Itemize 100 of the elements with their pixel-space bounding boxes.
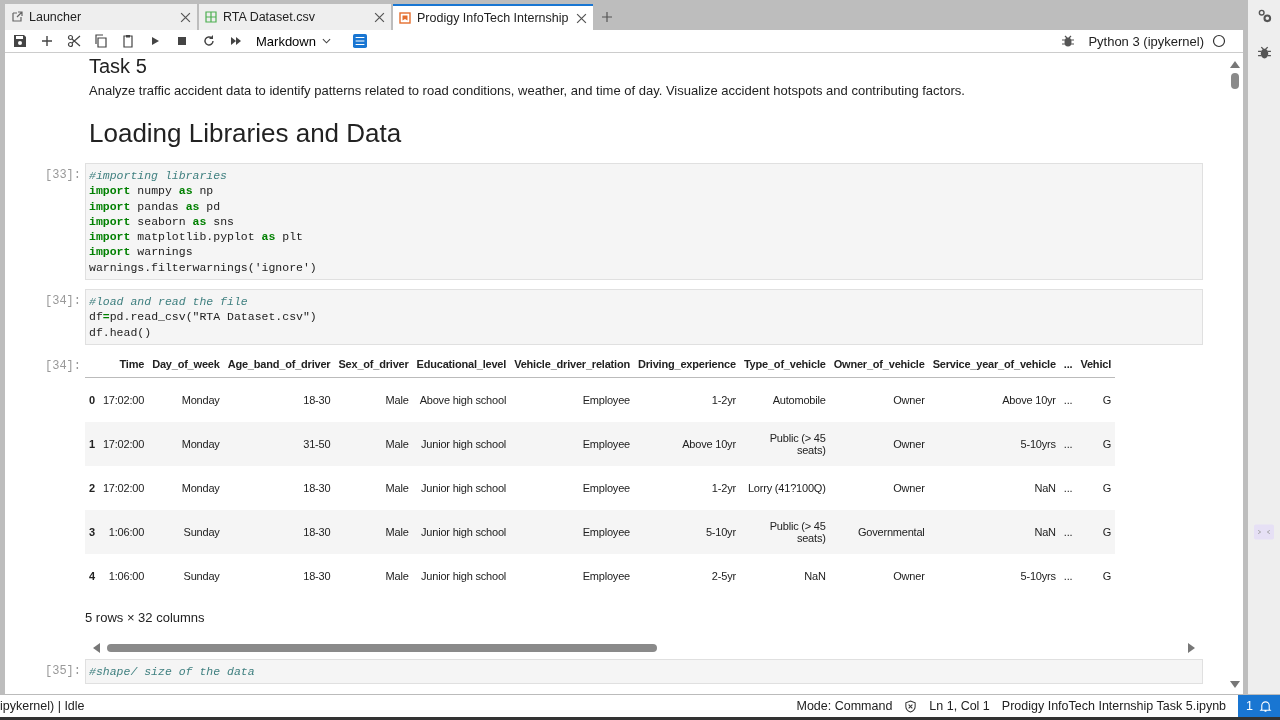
table-cell: 5-10yrs <box>1020 437 1056 450</box>
table-cell: Sunday <box>183 525 220 538</box>
file-tab[interactable]: Prodigy InfoTech Internship <box>393 4 593 30</box>
code-comment: #shape/ size of the data <box>89 663 256 680</box>
notebook-icon <box>399 12 411 24</box>
table-cell: G <box>1102 569 1112 582</box>
table-cell: Male <box>385 525 409 538</box>
bug-icon[interactable] <box>1256 45 1272 60</box>
bug-icon[interactable] <box>1061 34 1076 48</box>
scrollbar-thumb[interactable] <box>1231 73 1239 89</box>
scroll-right-icon[interactable] <box>1187 642 1195 653</box>
table-cell: Junior high school <box>421 569 507 582</box>
table-cell: NaN <box>804 569 826 582</box>
add-icon[interactable] <box>40 34 54 48</box>
column-header: Day_of_week <box>152 357 220 370</box>
table-cell: 17:02:00 <box>102 481 145 494</box>
table-cell: 18-30 <box>303 481 331 494</box>
description-text: Analyze traffic accident data to identify patterns related to road conditions, weather, and time of day. Visualize accident hotspots and contributing factors. <box>89 83 966 98</box>
table-summary: 5 rows × 32 columns <box>85 609 206 625</box>
column-header: ... <box>1063 357 1073 370</box>
code-cell[interactable]: #load and read the file df=pd.read_csv("RTA Dataset.csv") df.head() <box>85 289 1203 345</box>
table-cell: Owner <box>893 393 925 406</box>
cell-type-dropdown[interactable]: Markdown <box>256 33 339 49</box>
table-cell: Employee <box>582 481 630 494</box>
code-line: import seaborn as sns <box>89 213 235 230</box>
code-line: warnings.filterwarnings('ignore') <box>89 259 318 276</box>
code-line: import pandas as pd <box>89 198 222 214</box>
cell-prompt: [34]: <box>45 293 82 311</box>
scroll-up-icon[interactable] <box>1230 61 1240 69</box>
row-index: 4 <box>89 569 95 582</box>
stop-icon[interactable] <box>175 34 189 48</box>
notebook-heading: Task 5 <box>89 55 148 77</box>
table-cell: Male <box>385 437 409 450</box>
column-header: Vehicl <box>1080 357 1112 370</box>
table-cell: 31-50 <box>303 437 331 450</box>
code-cell[interactable]: #shape/ size of the data <box>85 658 1203 685</box>
restart-icon[interactable] <box>202 34 216 48</box>
column-header: Educational_level <box>416 357 507 370</box>
scroll-down-icon[interactable] <box>1230 680 1240 688</box>
shield-icon[interactable] <box>904 699 918 713</box>
close-icon[interactable] <box>180 11 191 23</box>
table-cell: ... <box>1063 569 1073 582</box>
notification-button[interactable]: 1 <box>1238 695 1280 717</box>
table-cell: ... <box>1063 437 1073 450</box>
table-cell: ... <box>1063 393 1073 406</box>
section-heading: Loading Libraries and Data <box>89 118 403 149</box>
scissors-icon[interactable] <box>67 34 81 48</box>
code-line: df=pd.read_csv("RTA Dataset.csv") <box>89 309 318 325</box>
column-header: Sex_of_driver <box>338 357 409 370</box>
scroll-left-icon[interactable] <box>93 642 101 653</box>
table-cell: Male <box>385 569 409 582</box>
table-cell: Owner <box>893 437 925 450</box>
add-tab-icon[interactable] <box>601 11 613 23</box>
kernel-name[interactable]: Python 3 (ipykernel) <box>1088 33 1204 49</box>
tab-label: RTA Dataset.csv <box>223 10 316 24</box>
table-cell: G <box>1102 437 1112 450</box>
code-comment: #load and read the file <box>89 294 249 310</box>
column-header: Service_year_of_vehicle <box>932 357 1056 370</box>
table-cell: Owner <box>893 569 925 582</box>
table-cell: Monday <box>181 481 220 494</box>
table-cell: Male <box>385 393 409 406</box>
property-inspector-icon[interactable] <box>352 34 367 48</box>
column-header: Age_band_of_driver <box>227 357 331 370</box>
code-line: import numpy as np <box>89 183 215 199</box>
table-cell: Above 10yr <box>682 437 736 450</box>
tab-label: Prodigy InfoTech Internship <box>417 11 570 25</box>
copy-icon[interactable] <box>94 34 108 48</box>
column-header: Type_of_vehicle <box>743 357 826 370</box>
file-tab[interactable]: RTA Dataset.csv <box>199 4 391 30</box>
file-tab[interactable]: Launcher <box>5 4 197 30</box>
close-icon[interactable] <box>374 11 385 23</box>
caret-icon <box>321 38 331 44</box>
table-cell: Above 10yr <box>1002 393 1056 406</box>
row-index: 2 <box>89 481 95 494</box>
table-cell: Public (> 45 seats) <box>769 519 826 544</box>
table-cell: 17:02:00 <box>102 437 145 450</box>
table-cell: Employee <box>582 437 630 450</box>
table-cell: 2-5yr <box>711 569 736 582</box>
mode-indicator[interactable]: Mode: Command <box>796 699 893 713</box>
gears-icon[interactable] <box>1256 8 1272 23</box>
close-icon[interactable] <box>576 12 587 24</box>
table-cell: 1-2yr <box>711 481 736 494</box>
code-cell[interactable]: #importing libraries import numpy as np import pandas as pd import seaborn as sns import matplotlib.pyplot as plt import warnings warnings.filterwarnings('ignore') <box>85 163 1203 281</box>
table-cell: Automobile <box>772 393 826 406</box>
paste-icon[interactable] <box>121 34 135 48</box>
table-cell: Employee <box>582 393 630 406</box>
column-header: Time <box>119 357 145 370</box>
table-cell: 17:02:00 <box>102 393 145 406</box>
cursor-position[interactable]: Ln 1, Col 1 <box>929 699 990 713</box>
spreadsheet-icon <box>205 11 217 23</box>
table-cell: Employee <box>582 525 630 538</box>
fast-forward-icon[interactable] <box>229 34 243 48</box>
table-cell: Public (> 45 seats) <box>769 431 826 456</box>
table-cell: 1-2yr <box>711 393 736 406</box>
column-header: Owner_of_vehicle <box>833 357 925 370</box>
scrollbar-thumb[interactable] <box>107 643 657 652</box>
table-cell: 1:06:00 <box>108 525 145 538</box>
row-index: 3 <box>89 525 95 538</box>
column-header: Vehicle_driver_relation <box>514 357 630 370</box>
save-icon[interactable] <box>13 34 27 48</box>
